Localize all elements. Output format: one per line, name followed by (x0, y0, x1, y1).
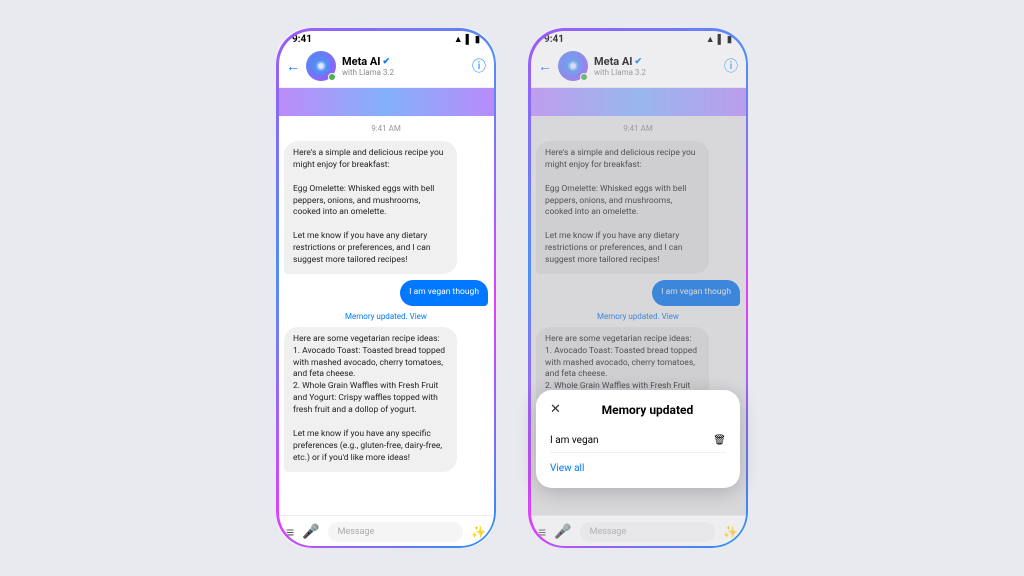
memory-view-link-left[interactable]: View (410, 312, 427, 321)
memory-note-left: Memory updated. View (284, 312, 488, 321)
mic-icon-left[interactable]: 🎤 (302, 524, 319, 540)
avatar-right (558, 51, 588, 81)
chat-bottom-left: ≡ 🎤 Message ✨ (276, 515, 496, 548)
ai-message-2-text-right: Here are some vegetarian recipe ideas: (545, 334, 692, 344)
status-time-right: 9:41 (544, 34, 564, 45)
right-phone-inner: 9:41 ▲ ▌ ▮ ← Meta AI (528, 28, 748, 548)
user-bubble-left: I am vegan though (400, 280, 488, 306)
battery-icon-right: ▮ (727, 35, 732, 45)
back-button-left[interactable]: ← (286, 58, 300, 75)
chat-header-right: ← Meta AI ✔ with Llama 3.2 ⓘ (528, 47, 748, 88)
chat-bottom-right: ≡ 🎤 Message ✨ (528, 515, 748, 548)
popup-title: Memory updated (569, 403, 726, 417)
chat-header-left: ← Meta AI ✔ with Llama 3.2 ⓘ (276, 47, 496, 88)
ai-message-1-recipe-right: Egg Omelette: Whisked eggs with bell pep… (545, 184, 686, 218)
status-icons-left: ▲ ▌ ▮ (454, 34, 480, 45)
ai-message-2-list-right: 1. Avocado Toast: Toasted bread topped w… (545, 346, 697, 392)
info-button-left[interactable]: ⓘ (472, 56, 486, 76)
user-bubble-right: I am vegan though (652, 280, 740, 306)
wifi-icon-right: ▲ (706, 34, 715, 45)
battery-icon-left: ▮ (475, 35, 480, 45)
input-placeholder-right: Message (590, 527, 627, 537)
popup-close-button[interactable]: ✕ (550, 402, 561, 417)
memory-popup: ✕ Memory updated I am vegan 🗑 View all (536, 390, 740, 488)
popup-header: ✕ Memory updated (550, 402, 726, 417)
header-info-left: Meta AI ✔ with Llama 3.2 (342, 55, 466, 77)
right-phone: 9:41 ▲ ▌ ▮ ← Meta AI (528, 28, 748, 548)
header-sub-right: with Llama 3.2 (594, 68, 718, 77)
verified-icon-right: ✔ (635, 57, 643, 67)
online-dot-left (328, 73, 336, 81)
info-button-right[interactable]: ⓘ (724, 56, 738, 76)
ai-message-2-list-left: 1. Avocado Toast: Toasted bread topped w… (293, 346, 445, 415)
popup-delete-icon[interactable]: 🗑 (713, 435, 726, 446)
header-info-right: Meta AI ✔ with Llama 3.2 (594, 55, 718, 77)
ai-message-1-footer-left: Let me know if you have any dietary rest… (293, 231, 431, 265)
status-time-left: 9:41 (292, 34, 312, 45)
message-input-right[interactable]: Message (580, 522, 715, 542)
signal-icon-left: ▌ (466, 34, 472, 45)
header-name-right: Meta AI ✔ (594, 55, 718, 68)
status-icons-right: ▲ ▌ ▮ (706, 34, 732, 45)
ai-message-2-text-left: Here are some vegetarian recipe ideas: (293, 334, 440, 344)
sparkle-icon-left[interactable]: ✨ (471, 525, 486, 539)
ai-message-2-footer-left: Let me know if you have any specific pre… (293, 429, 442, 463)
left-phone-inner: 9:41 ▲ ▌ ▮ ← Meta AI (276, 28, 496, 548)
back-button-right[interactable]: ← (538, 58, 552, 75)
online-dot-right (580, 73, 588, 81)
wifi-icon-left: ▲ (454, 34, 463, 45)
header-sub-left: with Llama 3.2 (342, 68, 466, 77)
header-banner-right (528, 88, 748, 116)
user-message-text-right: I am vegan though (661, 287, 731, 297)
menu-icon-left[interactable]: ≡ (286, 524, 294, 541)
ai-bubble-2-left: Here are some vegetarian recipe ideas: 1… (284, 327, 457, 472)
ai-message-1-footer-right: Let me know if you have any dietary rest… (545, 231, 683, 265)
left-phone: 9:41 ▲ ▌ ▮ ← Meta AI (276, 28, 496, 548)
sparkle-icon-right[interactable]: ✨ (723, 525, 738, 539)
memory-view-link-right[interactable]: View (662, 312, 679, 321)
ai-message-1-recipe-left: Egg Omelette: Whisked eggs with bell pep… (293, 184, 434, 218)
ai-bubble-1-right: Here's a simple and delicious recipe you… (536, 141, 709, 274)
status-bar-left: 9:41 ▲ ▌ ▮ (276, 28, 496, 47)
header-banner-left (276, 88, 496, 116)
timestamp-left: 9:41 AM (284, 124, 488, 133)
header-name-left: Meta AI ✔ (342, 55, 466, 68)
ai-bubble-1-left: Here's a simple and delicious recipe you… (284, 141, 457, 274)
verified-icon-left: ✔ (383, 57, 391, 67)
memory-note-right: Memory updated. View (536, 312, 740, 321)
menu-icon-right[interactable]: ≡ (538, 524, 546, 541)
message-input-left[interactable]: Message (328, 522, 463, 542)
input-placeholder-left: Message (338, 527, 375, 537)
popup-viewall-link[interactable]: View all (550, 463, 726, 474)
chat-area-left[interactable]: 9:41 AM Here's a simple and delicious re… (276, 116, 496, 515)
popup-memory-item: I am vegan (550, 435, 599, 446)
status-bar-right: 9:41 ▲ ▌ ▮ (528, 28, 748, 47)
user-message-text-left: I am vegan though (409, 287, 479, 297)
popup-memory-row: I am vegan 🗑 (550, 429, 726, 453)
mic-icon-right[interactable]: 🎤 (554, 524, 571, 540)
ai-message-1-text-right: Here's a simple and delicious recipe you… (545, 148, 695, 170)
ai-message-1-text-left: Here's a simple and delicious recipe you… (293, 148, 443, 170)
avatar-left (306, 51, 336, 81)
signal-icon-right: ▌ (718, 34, 724, 45)
timestamp-right: 9:41 AM (536, 124, 740, 133)
